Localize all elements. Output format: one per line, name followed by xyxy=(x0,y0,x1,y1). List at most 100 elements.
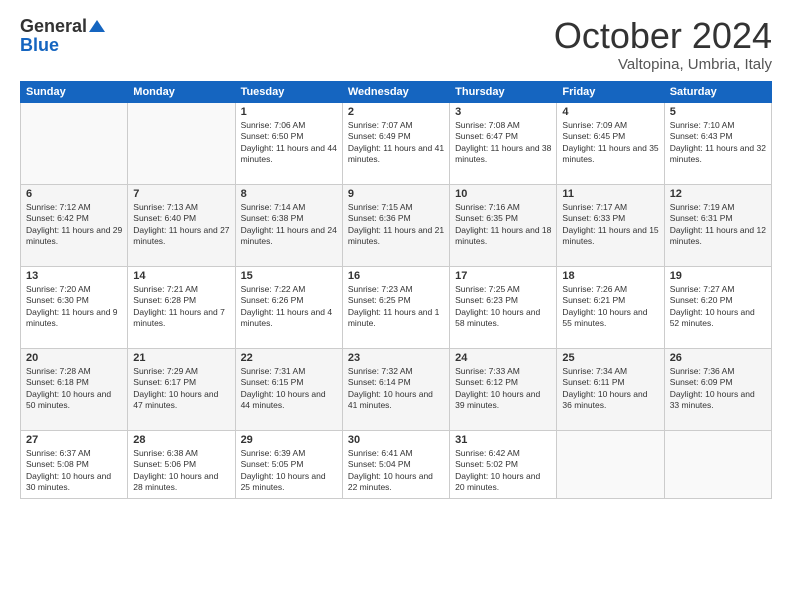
day-info: Sunrise: 7:27 AMSunset: 6:20 PMDaylight:… xyxy=(670,284,766,330)
day-number: 28 xyxy=(133,434,229,446)
day-number: 1 xyxy=(241,106,337,118)
table-row: 12 Sunrise: 7:19 AMSunset: 6:31 PMDayligh… xyxy=(664,184,771,266)
col-tuesday: Tuesday xyxy=(235,81,342,102)
day-info: Sunrise: 7:13 AMSunset: 6:40 PMDaylight:… xyxy=(133,202,229,248)
day-number: 31 xyxy=(455,434,551,446)
day-number: 30 xyxy=(348,434,444,446)
table-row: 6 Sunrise: 7:12 AMSunset: 6:42 PMDaylight… xyxy=(21,184,128,266)
day-info: Sunrise: 7:10 AMSunset: 6:43 PMDaylight:… xyxy=(670,120,766,166)
table-row: 24 Sunrise: 7:33 AMSunset: 6:12 PMDayligh… xyxy=(450,348,557,430)
header: General Blue October 2024 Valtopina, Umb… xyxy=(20,16,772,73)
day-number: 8 xyxy=(241,188,337,200)
table-row: 4Sunrise: 7:09 AMSunset: 6:45 PMDaylight… xyxy=(557,102,664,184)
table-row: 1Sunrise: 7:06 AMSunset: 6:50 PMDaylight… xyxy=(235,102,342,184)
day-number: 14 xyxy=(133,270,229,282)
logo-icon xyxy=(89,18,105,34)
logo-general-text: General xyxy=(20,16,87,37)
table-row: 25 Sunrise: 7:34 AMSunset: 6:11 PMDayligh… xyxy=(557,348,664,430)
day-info: Sunrise: 6:39 AMSunset: 5:05 PMDaylight:… xyxy=(241,448,337,494)
table-row: 15 Sunrise: 7:22 AMSunset: 6:26 PMDayligh… xyxy=(235,266,342,348)
day-number: 20 xyxy=(26,352,122,364)
table-row: 22Sunrise: 7:31 AMSunset: 6:15 PMDayligh… xyxy=(235,348,342,430)
day-number: 25 xyxy=(562,352,658,364)
calendar-week-row: 20 Sunrise: 7:28 AMSunset: 6:18 PMDayligh… xyxy=(21,348,772,430)
day-number: 26 xyxy=(670,352,766,364)
col-wednesday: Wednesday xyxy=(342,81,449,102)
table-row xyxy=(664,430,771,498)
table-row: 16 Sunrise: 7:23 AMSunset: 6:25 PMDayligh… xyxy=(342,266,449,348)
table-row: 26 Sunrise: 7:36 AMSunset: 6:09 PMDayligh… xyxy=(664,348,771,430)
table-row: 27 Sunrise: 6:37 AMSunset: 5:08 PMDayligh… xyxy=(21,430,128,498)
table-row: 13 Sunrise: 7:20 AMSunset: 6:30 PMDayligh… xyxy=(21,266,128,348)
day-number: 16 xyxy=(348,270,444,282)
day-info: Sunrise: 7:28 AMSunset: 6:18 PMDaylight:… xyxy=(26,366,122,412)
day-number: 27 xyxy=(26,434,122,446)
day-info: Sunrise: 7:25 AMSunset: 6:23 PMDaylight:… xyxy=(455,284,551,330)
table-row: 7 Sunrise: 7:13 AMSunset: 6:40 PMDaylight… xyxy=(128,184,235,266)
day-number: 13 xyxy=(26,270,122,282)
col-sunday: Sunday xyxy=(21,81,128,102)
day-info: Sunrise: 7:08 AMSunset: 6:47 PMDaylight:… xyxy=(455,120,551,166)
col-friday: Friday xyxy=(557,81,664,102)
day-info: Sunrise: 7:33 AMSunset: 6:12 PMDaylight:… xyxy=(455,366,551,412)
table-row: 9Sunrise: 7:15 AMSunset: 6:36 PMDaylight… xyxy=(342,184,449,266)
calendar-table: Sunday Monday Tuesday Wednesday Thursday… xyxy=(20,81,772,499)
calendar-header-row: Sunday Monday Tuesday Wednesday Thursday… xyxy=(21,81,772,102)
day-info: Sunrise: 7:15 AMSunset: 6:36 PMDaylight:… xyxy=(348,202,444,248)
title-block: October 2024 Valtopina, Umbria, Italy xyxy=(554,16,772,73)
day-number: 24 xyxy=(455,352,551,364)
table-row: 17 Sunrise: 7:25 AMSunset: 6:23 PMDayligh… xyxy=(450,266,557,348)
day-info: Sunrise: 7:16 AMSunset: 6:35 PMDaylight:… xyxy=(455,202,551,248)
table-row xyxy=(557,430,664,498)
table-row: 28 Sunrise: 6:38 AMSunset: 5:06 PMDayligh… xyxy=(128,430,235,498)
day-info: Sunrise: 7:26 AMSunset: 6:21 PMDaylight:… xyxy=(562,284,658,330)
location: Valtopina, Umbria, Italy xyxy=(554,56,772,73)
table-row: 2Sunrise: 7:07 AMSunset: 6:49 PMDaylight… xyxy=(342,102,449,184)
table-row: 11Sunrise: 7:17 AMSunset: 6:33 PMDayligh… xyxy=(557,184,664,266)
calendar-week-row: 6 Sunrise: 7:12 AMSunset: 6:42 PMDaylight… xyxy=(21,184,772,266)
table-row: 3Sunrise: 7:08 AMSunset: 6:47 PMDaylight… xyxy=(450,102,557,184)
day-info: Sunrise: 7:09 AMSunset: 6:45 PMDaylight:… xyxy=(562,120,658,166)
day-info: Sunrise: 7:22 AMSunset: 6:26 PMDaylight:… xyxy=(241,284,337,330)
day-number: 21 xyxy=(133,352,229,364)
col-monday: Monday xyxy=(128,81,235,102)
day-info: Sunrise: 7:14 AMSunset: 6:38 PMDaylight:… xyxy=(241,202,337,248)
table-row: 19 Sunrise: 7:27 AMSunset: 6:20 PMDayligh… xyxy=(664,266,771,348)
day-number: 29 xyxy=(241,434,337,446)
day-info: Sunrise: 7:32 AMSunset: 6:14 PMDaylight:… xyxy=(348,366,444,412)
calendar-week-row: 1Sunrise: 7:06 AMSunset: 6:50 PMDaylight… xyxy=(21,102,772,184)
day-number: 17 xyxy=(455,270,551,282)
table-row: 29 Sunrise: 6:39 AMSunset: 5:05 PMDayligh… xyxy=(235,430,342,498)
day-number: 5 xyxy=(670,106,766,118)
table-row: 18Sunrise: 7:26 AMSunset: 6:21 PMDayligh… xyxy=(557,266,664,348)
day-number: 10 xyxy=(455,188,551,200)
day-number: 11 xyxy=(562,188,658,200)
logo-blue-text: Blue xyxy=(20,35,105,56)
table-row: 23Sunrise: 7:32 AMSunset: 6:14 PMDayligh… xyxy=(342,348,449,430)
table-row: 10 Sunrise: 7:16 AMSunset: 6:35 PMDayligh… xyxy=(450,184,557,266)
table-row xyxy=(128,102,235,184)
day-info: Sunrise: 7:19 AMSunset: 6:31 PMDaylight:… xyxy=(670,202,766,248)
day-info: Sunrise: 6:38 AMSunset: 5:06 PMDaylight:… xyxy=(133,448,229,494)
col-thursday: Thursday xyxy=(450,81,557,102)
day-number: 19 xyxy=(670,270,766,282)
calendar-week-row: 13 Sunrise: 7:20 AMSunset: 6:30 PMDayligh… xyxy=(21,266,772,348)
day-info: Sunrise: 6:37 AMSunset: 5:08 PMDaylight:… xyxy=(26,448,122,494)
day-info: Sunrise: 7:21 AMSunset: 6:28 PMDaylight:… xyxy=(133,284,229,330)
day-info: Sunrise: 7:23 AMSunset: 6:25 PMDaylight:… xyxy=(348,284,444,330)
day-info: Sunrise: 7:12 AMSunset: 6:42 PMDaylight:… xyxy=(26,202,122,248)
day-info: Sunrise: 7:20 AMSunset: 6:30 PMDaylight:… xyxy=(26,284,122,330)
logo: General Blue xyxy=(20,16,105,56)
day-number: 12 xyxy=(670,188,766,200)
day-info: Sunrise: 7:36 AMSunset: 6:09 PMDaylight:… xyxy=(670,366,766,412)
day-number: 6 xyxy=(26,188,122,200)
day-info: Sunrise: 7:34 AMSunset: 6:11 PMDaylight:… xyxy=(562,366,658,412)
table-row: 31Sunrise: 6:42 AMSunset: 5:02 PMDayligh… xyxy=(450,430,557,498)
day-number: 2 xyxy=(348,106,444,118)
page: General Blue October 2024 Valtopina, Umb… xyxy=(0,0,792,612)
day-number: 15 xyxy=(241,270,337,282)
table-row: 20 Sunrise: 7:28 AMSunset: 6:18 PMDayligh… xyxy=(21,348,128,430)
table-row: 21Sunrise: 7:29 AMSunset: 6:17 PMDayligh… xyxy=(128,348,235,430)
table-row: 5 Sunrise: 7:10 AMSunset: 6:43 PMDaylight… xyxy=(664,102,771,184)
day-number: 7 xyxy=(133,188,229,200)
